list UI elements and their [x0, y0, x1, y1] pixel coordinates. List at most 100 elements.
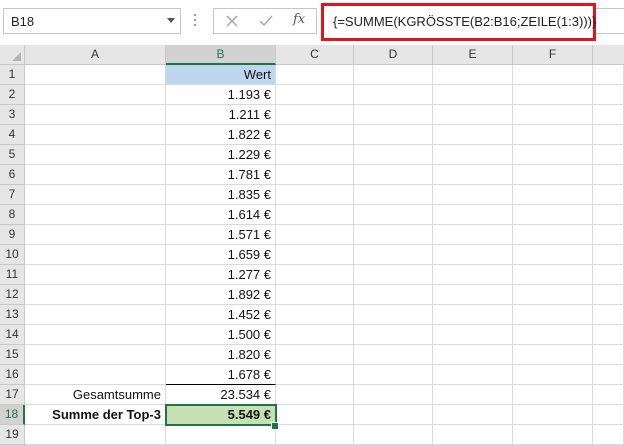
empty-cell[interactable]	[593, 165, 624, 185]
enter-button[interactable]	[254, 11, 278, 31]
empty-cell[interactable]	[276, 125, 354, 145]
row-header-18[interactable]: 18	[0, 405, 25, 425]
empty-cell[interactable]	[354, 265, 433, 285]
cancel-button[interactable]	[220, 11, 244, 31]
empty-cell[interactable]	[433, 85, 513, 105]
empty-cell[interactable]	[276, 85, 354, 105]
row-header-2[interactable]: 2	[0, 85, 25, 105]
empty-cell[interactable]	[276, 105, 354, 125]
select-all-button[interactable]	[0, 45, 25, 65]
empty-cell[interactable]	[25, 225, 166, 245]
empty-cell[interactable]	[354, 125, 433, 145]
empty-cell[interactable]	[25, 125, 166, 145]
empty-cell[interactable]	[513, 305, 593, 325]
row-header-10[interactable]: 10	[0, 245, 25, 265]
row-header-6[interactable]: 6	[0, 165, 25, 185]
empty-cell[interactable]	[276, 245, 354, 265]
cell-b4[interactable]: 1.822 €	[166, 125, 276, 145]
empty-cell[interactable]	[25, 425, 166, 445]
cell-b9[interactable]: 1.571 €	[166, 225, 276, 245]
name-box[interactable]: B18	[3, 8, 181, 34]
empty-cell[interactable]	[354, 185, 433, 205]
empty-cell[interactable]	[354, 325, 433, 345]
empty-cell[interactable]	[354, 425, 433, 445]
empty-cell[interactable]	[276, 185, 354, 205]
row-header-3[interactable]: 3	[0, 105, 25, 125]
drag-handle-icon[interactable]	[194, 14, 197, 30]
cell-b5[interactable]: 1.229 €	[166, 145, 276, 165]
row-header-7[interactable]: 7	[0, 185, 25, 205]
empty-cell[interactable]	[25, 65, 166, 85]
empty-cell[interactable]	[513, 225, 593, 245]
empty-cell[interactable]	[276, 145, 354, 165]
empty-cell[interactable]	[593, 365, 624, 385]
empty-cell[interactable]	[25, 165, 166, 185]
empty-cell[interactable]	[25, 245, 166, 265]
row-header-12[interactable]: 12	[0, 285, 25, 305]
empty-cell[interactable]	[433, 225, 513, 245]
row-header-13[interactable]: 13	[0, 305, 25, 325]
cell-b13[interactable]: 1.452 €	[166, 305, 276, 325]
empty-cell[interactable]	[593, 265, 624, 285]
empty-cell[interactable]	[593, 325, 624, 345]
empty-cell[interactable]	[354, 345, 433, 365]
empty-cell[interactable]	[433, 425, 513, 445]
empty-cell[interactable]	[593, 305, 624, 325]
column-header-b[interactable]: B	[166, 45, 276, 65]
empty-cell[interactable]	[513, 185, 593, 205]
formula-input[interactable]: {=SUMME(KGRÖSSTE(B2:B16;ZEILE(1:3)))}	[321, 3, 596, 41]
empty-cell[interactable]	[513, 85, 593, 105]
empty-cell[interactable]	[433, 245, 513, 265]
empty-cell[interactable]	[433, 65, 513, 85]
empty-cell[interactable]	[276, 305, 354, 325]
empty-cell[interactable]	[25, 185, 166, 205]
empty-cell[interactable]	[593, 245, 624, 265]
empty-cell[interactable]	[25, 285, 166, 305]
empty-cell[interactable]	[433, 165, 513, 185]
empty-cell[interactable]	[25, 265, 166, 285]
empty-cell[interactable]	[513, 285, 593, 305]
empty-cell[interactable]	[433, 185, 513, 205]
cell-a17[interactable]: Gesamtsumme	[25, 385, 166, 405]
empty-cell[interactable]	[25, 365, 166, 385]
empty-cell[interactable]	[433, 145, 513, 165]
empty-cell[interactable]	[354, 305, 433, 325]
empty-cell[interactable]	[354, 165, 433, 185]
empty-cell[interactable]	[25, 325, 166, 345]
empty-cell[interactable]	[593, 345, 624, 365]
empty-cell[interactable]	[354, 85, 433, 105]
cell-b10[interactable]: 1.659 €	[166, 245, 276, 265]
empty-cell[interactable]	[276, 365, 354, 385]
row-header-1[interactable]: 1	[0, 65, 25, 85]
empty-cell[interactable]	[593, 225, 624, 245]
cell-b14[interactable]: 1.500 €	[166, 325, 276, 345]
cell-b2[interactable]: 1.193 €	[166, 85, 276, 105]
empty-cell[interactable]	[433, 325, 513, 345]
empty-cell[interactable]	[276, 345, 354, 365]
empty-cell[interactable]	[433, 265, 513, 285]
empty-cell[interactable]	[433, 285, 513, 305]
cell-b3[interactable]: 1.211 €	[166, 105, 276, 125]
empty-cell[interactable]	[433, 205, 513, 225]
empty-cell[interactable]	[513, 245, 593, 265]
row-header-14[interactable]: 14	[0, 325, 25, 345]
cell-b17[interactable]: 23.534 €	[166, 384, 276, 405]
cell-b6[interactable]: 1.781 €	[166, 165, 276, 185]
empty-cell[interactable]	[25, 345, 166, 365]
cell-b8[interactable]: 1.614 €	[166, 205, 276, 225]
empty-cell[interactable]	[354, 65, 433, 85]
empty-cell[interactable]	[513, 345, 593, 365]
empty-cell[interactable]	[276, 265, 354, 285]
column-header-d[interactable]: D	[354, 45, 433, 65]
empty-cell[interactable]	[513, 365, 593, 385]
empty-cell[interactable]	[513, 105, 593, 125]
empty-cell[interactable]	[25, 105, 166, 125]
empty-cell[interactable]	[433, 105, 513, 125]
row-header-19[interactable]: 19	[0, 425, 25, 445]
empty-cell[interactable]	[25, 205, 166, 225]
row-header-15[interactable]: 15	[0, 345, 25, 365]
cell-b15[interactable]: 1.820 €	[166, 345, 276, 365]
empty-cell[interactable]	[25, 305, 166, 325]
empty-cell[interactable]	[276, 385, 354, 405]
row-header-16[interactable]: 16	[0, 365, 25, 385]
